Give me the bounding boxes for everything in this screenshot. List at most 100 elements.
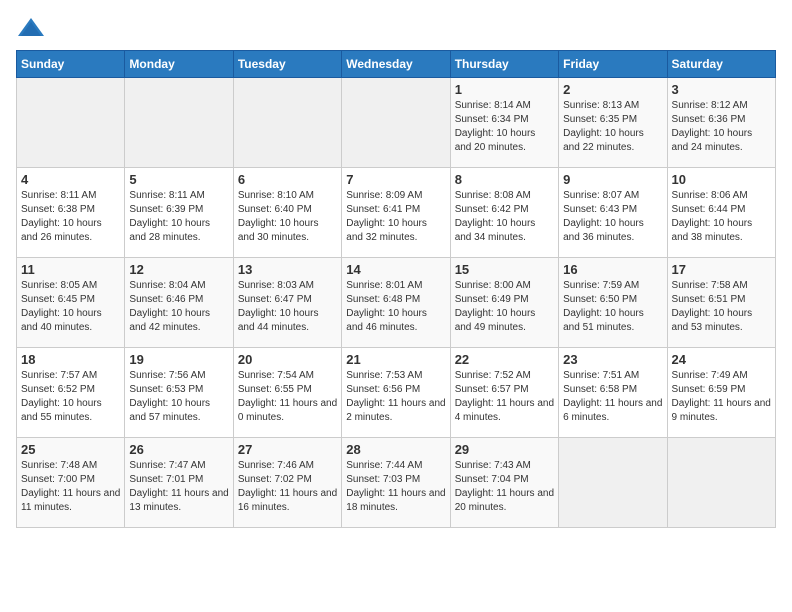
- day-number: 14: [346, 262, 445, 277]
- day-info: Sunrise: 8:05 AM Sunset: 6:45 PM Dayligh…: [21, 279, 120, 335]
- day-number: 29: [455, 442, 554, 457]
- day-info: Sunrise: 7:46 AM Sunset: 7:02 PM Dayligh…: [238, 459, 337, 515]
- calendar-cell: 6 Sunrise: 8:10 AM Sunset: 6:40 PM Daylig…: [233, 168, 341, 258]
- day-info: Sunrise: 8:07 AM Sunset: 6:43 PM Dayligh…: [563, 189, 662, 245]
- calendar-cell: 15 Sunrise: 8:00 AM Sunset: 6:49 PM Dayli…: [450, 258, 558, 348]
- calendar-cell: 12Sunrise: 8:04 AM Sunset: 6:46 PM Dayli…: [125, 258, 233, 348]
- calendar-week-row: 25 Sunrise: 7:48 AM Sunset: 7:00 PM Dayli…: [17, 438, 776, 528]
- day-number: 7: [346, 172, 445, 187]
- day-number: 5: [129, 172, 228, 187]
- day-of-week-header: Monday: [125, 51, 233, 78]
- day-info: Sunrise: 7:58 AM Sunset: 6:51 PM Dayligh…: [672, 279, 771, 335]
- day-info: Sunrise: 8:03 AM Sunset: 6:47 PM Dayligh…: [238, 279, 337, 335]
- page-header: [16, 16, 776, 40]
- calendar-cell: 26 Sunrise: 7:47 AM Sunset: 7:01 PM Dayli…: [125, 438, 233, 528]
- day-number: 26: [129, 442, 228, 457]
- day-info: Sunrise: 8:10 AM Sunset: 6:40 PM Dayligh…: [238, 189, 337, 245]
- day-info: Sunrise: 7:43 AM Sunset: 7:04 PM Dayligh…: [455, 459, 554, 515]
- day-number: 15: [455, 262, 554, 277]
- day-number: 24: [672, 352, 771, 367]
- calendar-cell: [667, 438, 775, 528]
- calendar-cell: 27Sunrise: 7:46 AM Sunset: 7:02 PM Dayli…: [233, 438, 341, 528]
- calendar-table: SundayMondayTuesdayWednesdayThursdayFrid…: [16, 50, 776, 528]
- day-number: 19: [129, 352, 228, 367]
- calendar-cell: [125, 78, 233, 168]
- calendar-cell: [233, 78, 341, 168]
- calendar-cell: 9 Sunrise: 8:07 AM Sunset: 6:43 PM Daylig…: [559, 168, 667, 258]
- day-of-week-header: Saturday: [667, 51, 775, 78]
- day-number: 22: [455, 352, 554, 367]
- calendar-cell: 2 Sunrise: 8:13 AM Sunset: 6:35 PM Daylig…: [559, 78, 667, 168]
- calendar-cell: 23 Sunrise: 7:51 AM Sunset: 6:58 PM Dayli…: [559, 348, 667, 438]
- calendar-cell: 28 Sunrise: 7:44 AM Sunset: 7:03 PM Dayli…: [342, 438, 450, 528]
- day-info: Sunrise: 7:52 AM Sunset: 6:57 PM Dayligh…: [455, 369, 554, 425]
- day-number: 9: [563, 172, 662, 187]
- day-info: Sunrise: 7:47 AM Sunset: 7:01 PM Dayligh…: [129, 459, 228, 515]
- day-info: Sunrise: 7:49 AM Sunset: 6:59 PM Dayligh…: [672, 369, 771, 425]
- calendar-cell: [17, 78, 125, 168]
- calendar-cell: 11 Sunrise: 8:05 AM Sunset: 6:45 PM Dayli…: [17, 258, 125, 348]
- day-number: 8: [455, 172, 554, 187]
- day-number: 28: [346, 442, 445, 457]
- day-info: Sunrise: 8:09 AM Sunset: 6:41 PM Dayligh…: [346, 189, 445, 245]
- day-number: 4: [21, 172, 120, 187]
- day-of-week-header: Tuesday: [233, 51, 341, 78]
- day-info: Sunrise: 8:08 AM Sunset: 6:42 PM Dayligh…: [455, 189, 554, 245]
- day-info: Sunrise: 8:11 AM Sunset: 6:39 PM Dayligh…: [129, 189, 228, 245]
- calendar-cell: 20 Sunrise: 7:54 AM Sunset: 6:55 PM Dayli…: [233, 348, 341, 438]
- day-number: 6: [238, 172, 337, 187]
- day-info: Sunrise: 8:14 AM Sunset: 6:34 PM Dayligh…: [455, 99, 554, 155]
- calendar-week-row: 18Sunrise: 7:57 AM Sunset: 6:52 PM Dayli…: [17, 348, 776, 438]
- calendar-cell: 4 Sunrise: 8:11 AM Sunset: 6:38 PM Daylig…: [17, 168, 125, 258]
- calendar-cell: 25 Sunrise: 7:48 AM Sunset: 7:00 PM Dayli…: [17, 438, 125, 528]
- calendar-week-row: 1 Sunrise: 8:14 AM Sunset: 6:34 PM Daylig…: [17, 78, 776, 168]
- day-number: 13: [238, 262, 337, 277]
- day-info: Sunrise: 7:48 AM Sunset: 7:00 PM Dayligh…: [21, 459, 120, 515]
- day-number: 20: [238, 352, 337, 367]
- day-of-week-header: Thursday: [450, 51, 558, 78]
- day-number: 10: [672, 172, 771, 187]
- calendar-cell: 7 Sunrise: 8:09 AM Sunset: 6:41 PM Daylig…: [342, 168, 450, 258]
- calendar-cell: 22 Sunrise: 7:52 AM Sunset: 6:57 PM Dayli…: [450, 348, 558, 438]
- calendar-cell: 10 Sunrise: 8:06 AM Sunset: 6:44 PM Dayli…: [667, 168, 775, 258]
- logo-icon: [16, 16, 46, 40]
- calendar-cell: 19 Sunrise: 7:56 AM Sunset: 6:53 PM Dayli…: [125, 348, 233, 438]
- day-number: 1: [455, 82, 554, 97]
- day-info: Sunrise: 8:13 AM Sunset: 6:35 PM Dayligh…: [563, 99, 662, 155]
- day-number: 18: [21, 352, 120, 367]
- calendar-cell: 18Sunrise: 7:57 AM Sunset: 6:52 PM Dayli…: [17, 348, 125, 438]
- day-info: Sunrise: 8:00 AM Sunset: 6:49 PM Dayligh…: [455, 279, 554, 335]
- calendar-cell: 17 Sunrise: 7:58 AM Sunset: 6:51 PM Dayli…: [667, 258, 775, 348]
- calendar-cell: 24 Sunrise: 7:49 AM Sunset: 6:59 PM Dayli…: [667, 348, 775, 438]
- day-number: 2: [563, 82, 662, 97]
- calendar-cell: 5 Sunrise: 8:11 AM Sunset: 6:39 PM Daylig…: [125, 168, 233, 258]
- day-of-week-header: Friday: [559, 51, 667, 78]
- calendar-cell: 14 Sunrise: 8:01 AM Sunset: 6:48 PM Dayli…: [342, 258, 450, 348]
- day-info: Sunrise: 7:54 AM Sunset: 6:55 PM Dayligh…: [238, 369, 337, 425]
- day-info: Sunrise: 7:56 AM Sunset: 6:53 PM Dayligh…: [129, 369, 228, 425]
- day-info: Sunrise: 8:06 AM Sunset: 6:44 PM Dayligh…: [672, 189, 771, 245]
- day-number: 25: [21, 442, 120, 457]
- calendar-cell: 8 Sunrise: 8:08 AM Sunset: 6:42 PM Daylig…: [450, 168, 558, 258]
- day-number: 3: [672, 82, 771, 97]
- day-info: Sunrise: 8:11 AM Sunset: 6:38 PM Dayligh…: [21, 189, 120, 245]
- day-number: 23: [563, 352, 662, 367]
- day-info: Sunrise: 7:53 AM Sunset: 6:56 PM Dayligh…: [346, 369, 445, 425]
- day-info: Sunrise: 7:51 AM Sunset: 6:58 PM Dayligh…: [563, 369, 662, 425]
- calendar-cell: 1 Sunrise: 8:14 AM Sunset: 6:34 PM Daylig…: [450, 78, 558, 168]
- day-info: Sunrise: 7:44 AM Sunset: 7:03 PM Dayligh…: [346, 459, 445, 515]
- logo: [16, 16, 50, 40]
- calendar-cell: 13 Sunrise: 8:03 AM Sunset: 6:47 PM Dayli…: [233, 258, 341, 348]
- day-number: 21: [346, 352, 445, 367]
- calendar-cell: 29 Sunrise: 7:43 AM Sunset: 7:04 PM Dayli…: [450, 438, 558, 528]
- calendar-cell: [342, 78, 450, 168]
- calendar-week-row: 11 Sunrise: 8:05 AM Sunset: 6:45 PM Dayli…: [17, 258, 776, 348]
- day-number: 16: [563, 262, 662, 277]
- day-number: 12: [129, 262, 228, 277]
- calendar-week-row: 4 Sunrise: 8:11 AM Sunset: 6:38 PM Daylig…: [17, 168, 776, 258]
- day-of-week-header: Wednesday: [342, 51, 450, 78]
- day-number: 11: [21, 262, 120, 277]
- calendar-cell: 16Sunrise: 7:59 AM Sunset: 6:50 PM Dayli…: [559, 258, 667, 348]
- day-number: 17: [672, 262, 771, 277]
- day-info: Sunrise: 8:01 AM Sunset: 6:48 PM Dayligh…: [346, 279, 445, 335]
